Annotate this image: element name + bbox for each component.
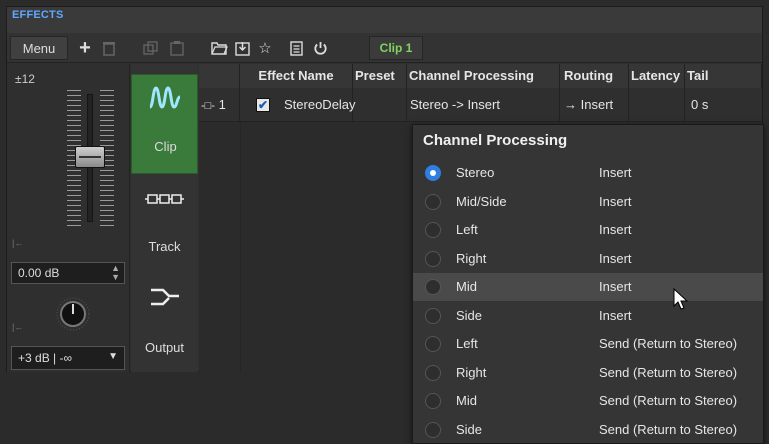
gain-strip: ±12 |← 0.00 dB ▲ ▼ |← +3 dB | -∞ ▼: [7, 64, 130, 372]
menu-item-route: Insert: [599, 165, 632, 180]
menu-item-label: Right: [456, 364, 487, 380]
gain-value-text: 0.00 dB: [18, 266, 60, 280]
limiter-knob[interactable]: [55, 296, 91, 332]
menu-item-route: Insert: [599, 222, 632, 237]
limit-select[interactable]: +3 dB | -∞ ▼: [11, 346, 125, 370]
menu-item-route: Insert: [599, 250, 632, 266]
preset-cell[interactable]: [353, 88, 407, 122]
menu-item-label: Left: [456, 222, 478, 237]
menu-item[interactable]: Side Send (Return to Stereo): [413, 416, 763, 444]
save-preset-icon[interactable]: [231, 36, 253, 60]
trash-icon[interactable]: [99, 36, 119, 60]
menu-item[interactable]: Mid/Side Insert: [413, 188, 763, 216]
plugin-slot-icon: -□-: [201, 100, 215, 112]
panel-titlebar: EFFECTS: [7, 7, 762, 33]
menu-item[interactable]: Side Insert: [413, 302, 763, 330]
column-divider: [240, 122, 241, 372]
menu-item-label: Left: [456, 336, 478, 351]
menu-item[interactable]: Stereo Insert: [413, 159, 763, 187]
fader-range-label: ±12: [15, 72, 35, 86]
menu-item-label: Mid/Side: [456, 193, 507, 209]
column-header-preset[interactable]: Preset: [353, 64, 407, 88]
radio-selected-icon[interactable]: [425, 165, 441, 181]
menu-item-route: Insert: [599, 307, 632, 323]
slot-column-header: [199, 64, 240, 88]
mouse-pointer-icon: [673, 288, 689, 310]
insert-arrow-icon: →: [564, 97, 577, 112]
copy-icon[interactable]: [139, 36, 163, 60]
column-header-tail[interactable]: Tail: [685, 64, 762, 88]
menu-item-route: Send (Return to Stereo): [599, 336, 738, 351]
menu-item-label: Right: [456, 250, 487, 266]
fader-min-marker-icon: |←: [12, 238, 24, 248]
effect-enabled-checkbox[interactable]: ✔: [256, 98, 270, 112]
table-row[interactable]: -□- 1 StereoDelay ✔ Stereo -> Insert → I…: [199, 88, 762, 122]
dropdown-arrow-icon: ▼: [108, 351, 118, 362]
radio-icon[interactable]: [425, 193, 441, 210]
output-routing-label[interactable]: Output: [131, 340, 198, 355]
menu-item-label: Stereo: [456, 165, 495, 180]
menu-item[interactable]: Right Insert: [413, 245, 763, 273]
panel-title: EFFECTS: [12, 9, 64, 21]
radio-icon[interactable]: [425, 336, 441, 352]
menu-item-route: Send (Return to Stereo): [599, 364, 738, 380]
menu-title: Channel Processing: [423, 132, 568, 149]
column-header-latency[interactable]: Latency: [629, 64, 685, 88]
channel-processing-menu: Channel Processing Stereo Insert Mid/Side I…: [412, 124, 764, 444]
tail-cell[interactable]: 0 s: [685, 88, 762, 122]
column-header-effect-name[interactable]: Effect Name: [240, 64, 353, 88]
output-icon[interactable]: [131, 282, 198, 312]
folder-open-icon[interactable]: [208, 36, 230, 60]
radio-icon[interactable]: [425, 250, 441, 267]
radio-icon[interactable]: [425, 222, 441, 238]
gain-spin-icon[interactable]: ▲ ▼: [111, 264, 120, 282]
routing-cell[interactable]: → Insert: [560, 88, 629, 122]
menu-item[interactable]: Right Send (Return to Stereo): [413, 359, 763, 387]
limit-select-value: +3 dB | -∞: [18, 351, 73, 365]
radio-icon[interactable]: [425, 421, 441, 438]
routing-column: Clip Track Output: [131, 64, 198, 372]
latency-cell[interactable]: [629, 88, 685, 122]
menu-item[interactable]: Mid Send (Return to Stereo): [413, 387, 763, 415]
clip-name-label: Clip 1: [369, 36, 423, 60]
knob-min-marker-icon: |←: [12, 322, 24, 332]
menu-item-route: Send (Return to Stereo): [599, 421, 738, 437]
channel-processing-cell[interactable]: Stereo -> Insert: [407, 88, 560, 122]
menu-item-label: Side: [456, 307, 483, 323]
menu-item[interactable]: Left Insert: [413, 216, 763, 244]
gain-fader-handle[interactable]: [75, 146, 105, 168]
menu-item-label: Mid: [456, 279, 477, 294]
routing-text: Insert: [580, 97, 614, 112]
paste-icon[interactable]: [165, 36, 189, 60]
power-icon[interactable]: [309, 36, 331, 60]
menu-item[interactable]: Mid Insert: [413, 273, 763, 301]
clip-routing-label: Clip: [154, 139, 177, 154]
waveform-icon: [148, 86, 181, 109]
track-routing-label[interactable]: Track: [131, 239, 198, 254]
menu-item-label: Side: [456, 421, 483, 437]
star-icon[interactable]: ☆: [254, 36, 276, 60]
menu-button[interactable]: Menu: [10, 36, 68, 60]
menu-item-route: Insert: [599, 193, 632, 209]
menu-item-label: Mid: [456, 393, 477, 408]
gain-value-field[interactable]: 0.00 dB ▲ ▼: [11, 262, 125, 284]
column-header-channel-processing[interactable]: Channel Processing: [407, 64, 560, 88]
effect-name-text: StereoDelay: [284, 97, 356, 112]
track-chain-icon[interactable]: [131, 191, 198, 207]
menu-item-route: Send (Return to Stereo): [599, 393, 738, 408]
radio-icon[interactable]: [425, 364, 441, 381]
slot-number: 1: [218, 97, 226, 112]
document-icon[interactable]: [285, 36, 307, 60]
radio-icon[interactable]: [425, 393, 441, 409]
column-header-routing[interactable]: Routing: [560, 64, 629, 88]
plus-icon[interactable]: +: [73, 36, 97, 60]
radio-icon[interactable]: [425, 307, 441, 324]
menu-item[interactable]: Left Send (Return to Stereo): [413, 330, 763, 358]
clip-routing-button[interactable]: Clip: [131, 74, 198, 174]
slot-cell[interactable]: -□- 1: [199, 88, 240, 122]
toolbar: Menu + ☆ Clip 1: [7, 33, 762, 63]
radio-icon[interactable]: [425, 279, 441, 295]
menu-item-route: Insert: [599, 279, 632, 294]
